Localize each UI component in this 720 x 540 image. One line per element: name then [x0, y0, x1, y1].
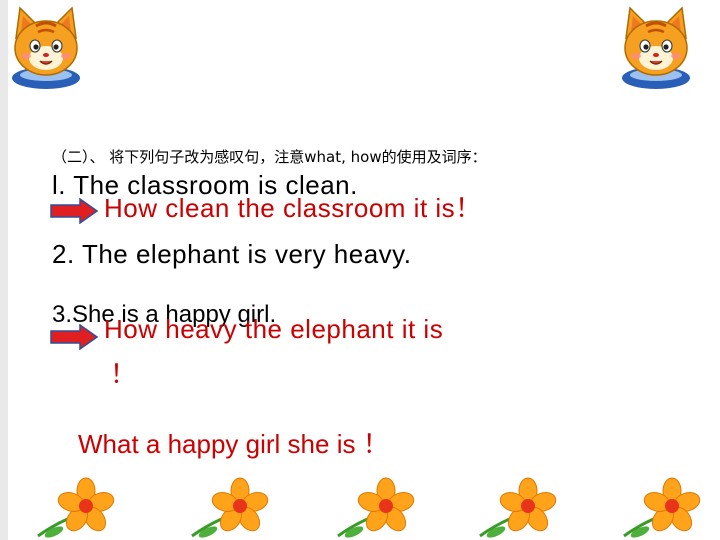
- orange-flower-icon: [337, 477, 415, 538]
- orange-flower-icon: [479, 477, 557, 538]
- right-arrow-icon: [50, 198, 98, 224]
- cartoon-cat-icon: [622, 6, 690, 89]
- answer-3: What a happy girl she is ！: [78, 429, 389, 459]
- answer-1: How clean the classroom it is！: [104, 193, 482, 223]
- right-arrow-icon: [50, 324, 98, 350]
- orange-flower-icon: [623, 477, 701, 538]
- orange-flower-icon: [37, 477, 115, 538]
- orange-flower-icon: [191, 477, 269, 538]
- exercise-instruction: （二）、 将下列句子改为感叹句，注意what, how的使用及词序：: [52, 148, 487, 166]
- cartoon-cat-icon: [12, 6, 80, 89]
- answer-2-exclamation: ！: [110, 359, 137, 389]
- answer-2: How heavy the elephant it is: [104, 314, 444, 344]
- sentence-2: 2. The elephant is very heavy.: [52, 239, 412, 269]
